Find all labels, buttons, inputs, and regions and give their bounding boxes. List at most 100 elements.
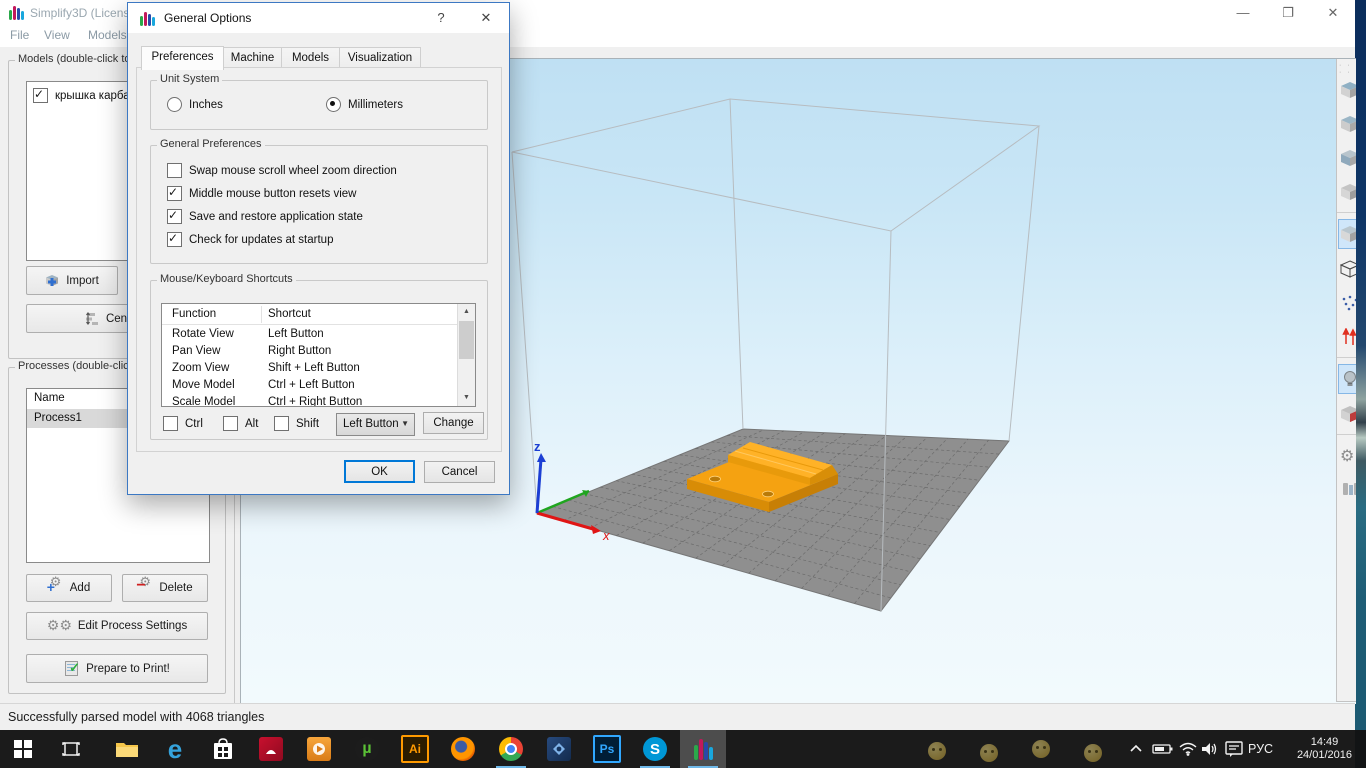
model-list-item[interactable]: крышка карба — [33, 88, 130, 103]
illustrator-icon: Ai — [401, 735, 429, 763]
machine-printer-icon[interactable] — [1339, 475, 1356, 503]
check-updates-checkbox[interactable] — [167, 232, 182, 247]
taskbar-media-player[interactable] — [296, 730, 342, 768]
start-button[interactable] — [0, 730, 46, 768]
cross-section-icon[interactable] — [1339, 400, 1356, 428]
inches-option[interactable]: Inches — [167, 97, 223, 112]
pref-middle-mouse[interactable]: Middle mouse button resets view — [167, 186, 356, 201]
chevron-down-icon: ▼ — [401, 414, 409, 434]
close-button[interactable]: ✕ — [1318, 4, 1348, 22]
view-cube-3-icon[interactable] — [1339, 144, 1356, 172]
taskbar-illustrator[interactable]: Ai — [392, 730, 438, 768]
view-cube-selected-icon[interactable] — [1338, 219, 1356, 249]
modifier-alt[interactable]: Alt — [223, 416, 258, 431]
surface-normals-icon[interactable] — [1339, 323, 1356, 351]
taskbar-store[interactable] — [200, 730, 246, 768]
maximize-button[interactable]: ❐ — [1273, 4, 1303, 22]
tray-wifi-icon[interactable] — [1178, 730, 1198, 768]
taskbar-edge[interactable]: e — [152, 730, 198, 768]
alt-checkbox[interactable] — [223, 416, 238, 431]
taskbar-photoshop[interactable]: Ps — [584, 730, 630, 768]
modifier-ctrl[interactable]: Ctrl — [163, 416, 203, 431]
taskbar-skype[interactable]: S — [632, 730, 678, 768]
shortcut-button-dropdown[interactable]: Left Button ▼ — [336, 413, 415, 436]
ok-button[interactable]: OK — [344, 460, 415, 483]
point-cloud-icon[interactable] — [1339, 289, 1356, 317]
taskbar-chrome[interactable] — [488, 730, 534, 768]
task-view-button[interactable] — [48, 730, 94, 768]
shortcuts-table[interactable]: Function Shortcut Rotate ViewLeft Button… — [161, 303, 476, 407]
simplify3d-logo-icon — [140, 11, 155, 26]
settings-gear-icon[interactable]: ⚙ — [1339, 441, 1356, 469]
toolbar-separator — [1337, 212, 1356, 213]
millimeters-option[interactable]: Millimeters — [326, 97, 403, 112]
taskbar-media-codec[interactable] — [536, 730, 582, 768]
prepare-to-print-button[interactable]: ✓ Prepare to Print! — [26, 654, 208, 683]
tray-volume-icon[interactable] — [1200, 730, 1220, 768]
middle-mouse-checkbox[interactable] — [167, 186, 182, 201]
photoshop-icon: Ps — [593, 735, 621, 763]
shortcuts-group: Mouse/Keyboard Shortcuts Function Shortc… — [150, 280, 488, 440]
change-button[interactable]: Change — [423, 412, 484, 434]
simplify3d-icon — [694, 738, 713, 760]
desktop-wallpaper — [1355, 0, 1366, 768]
shift-checkbox[interactable] — [274, 416, 289, 431]
dialog-help-button[interactable]: ? — [426, 8, 456, 28]
dialog-close-button[interactable]: ✕ — [471, 8, 501, 28]
pref-check-updates[interactable]: Check for updates at startup — [167, 232, 333, 247]
lighting-bulb-icon[interactable] — [1338, 364, 1356, 394]
table-row[interactable]: Rotate ViewLeft Button — [162, 327, 475, 344]
delete-process-button[interactable]: ⚙− Delete — [122, 574, 208, 602]
cancel-button[interactable]: Cancel — [424, 461, 495, 483]
inches-radio[interactable] — [167, 97, 182, 112]
wallpaper-emoji — [1032, 740, 1050, 758]
table-row[interactable]: Zoom ViewShift + Left Button — [162, 361, 475, 378]
taskbar-firefox[interactable] — [440, 730, 486, 768]
taskbar-simplify3d-active[interactable] — [680, 730, 726, 768]
import-cube-icon — [45, 274, 60, 288]
scrollbar-thumb[interactable] — [459, 321, 474, 359]
save-state-checkbox[interactable] — [167, 209, 182, 224]
model-visible-checkbox[interactable] — [33, 88, 48, 103]
modifier-shift[interactable]: Shift — [274, 416, 319, 431]
table-row[interactable]: Scale ModelCtrl + Right Button — [162, 395, 475, 407]
wireframe-view-icon[interactable] — [1339, 255, 1356, 283]
column-divider — [261, 306, 262, 323]
pref-swap-scroll[interactable]: Swap mouse scroll wheel zoom direction — [167, 163, 397, 178]
dialog-titlebar[interactable]: General Options ? ✕ — [128, 3, 509, 33]
tray-action-center-icon[interactable] — [1224, 730, 1244, 768]
view-cube-2-icon[interactable] — [1339, 110, 1356, 138]
import-button[interactable]: Import — [26, 266, 118, 295]
scroll-up-icon[interactable]: ▲ — [458, 304, 475, 320]
table-row[interactable]: Move ModelCtrl + Left Button — [162, 378, 475, 395]
taskbar-clock[interactable]: 14:49 24/01/2016 — [1297, 730, 1352, 768]
add-process-button[interactable]: ⚙+ Add — [26, 574, 112, 602]
file-explorer-icon — [115, 737, 139, 761]
scroll-down-icon[interactable]: ▼ — [458, 390, 475, 406]
general-preferences-label: General Preferences — [157, 138, 265, 150]
swap-scroll-checkbox[interactable] — [167, 163, 182, 178]
menu-file[interactable]: File — [10, 28, 29, 42]
table-scrollbar[interactable]: ▲ ▼ — [457, 304, 475, 406]
taskbar-file-explorer[interactable] — [104, 730, 150, 768]
minimize-button[interactable]: — — [1228, 4, 1258, 22]
millimeters-radio[interactable] — [326, 97, 341, 112]
ctrl-checkbox[interactable] — [163, 416, 178, 431]
view-cube-4-icon[interactable] — [1339, 178, 1356, 206]
edit-process-settings-button[interactable]: ⚙⚙ Edit Process Settings — [26, 612, 208, 640]
add-gear-plus-icon: ⚙+ — [48, 580, 64, 596]
language-indicator[interactable]: РУС — [1248, 730, 1273, 768]
menu-view[interactable]: View — [44, 28, 70, 42]
shortcut-column-header[interactable]: Shortcut — [268, 308, 311, 320]
function-column-header[interactable]: Function — [172, 308, 216, 320]
table-row[interactable]: Pan ViewRight Button — [162, 344, 475, 361]
pref-save-state[interactable]: Save and restore application state — [167, 209, 363, 224]
menu-models[interactable]: Models — [88, 28, 127, 42]
tray-battery-icon[interactable] — [1152, 730, 1174, 768]
taskbar-pdf-reader[interactable] — [248, 730, 294, 768]
view-cube-1-icon[interactable] — [1339, 76, 1356, 104]
toolbar-grip[interactable]: · · · · — [1339, 62, 1356, 70]
tab-preferences[interactable]: Preferences — [141, 46, 224, 70]
tray-chevron-icon[interactable] — [1128, 730, 1144, 768]
taskbar-utorrent[interactable]: µ — [344, 730, 390, 768]
